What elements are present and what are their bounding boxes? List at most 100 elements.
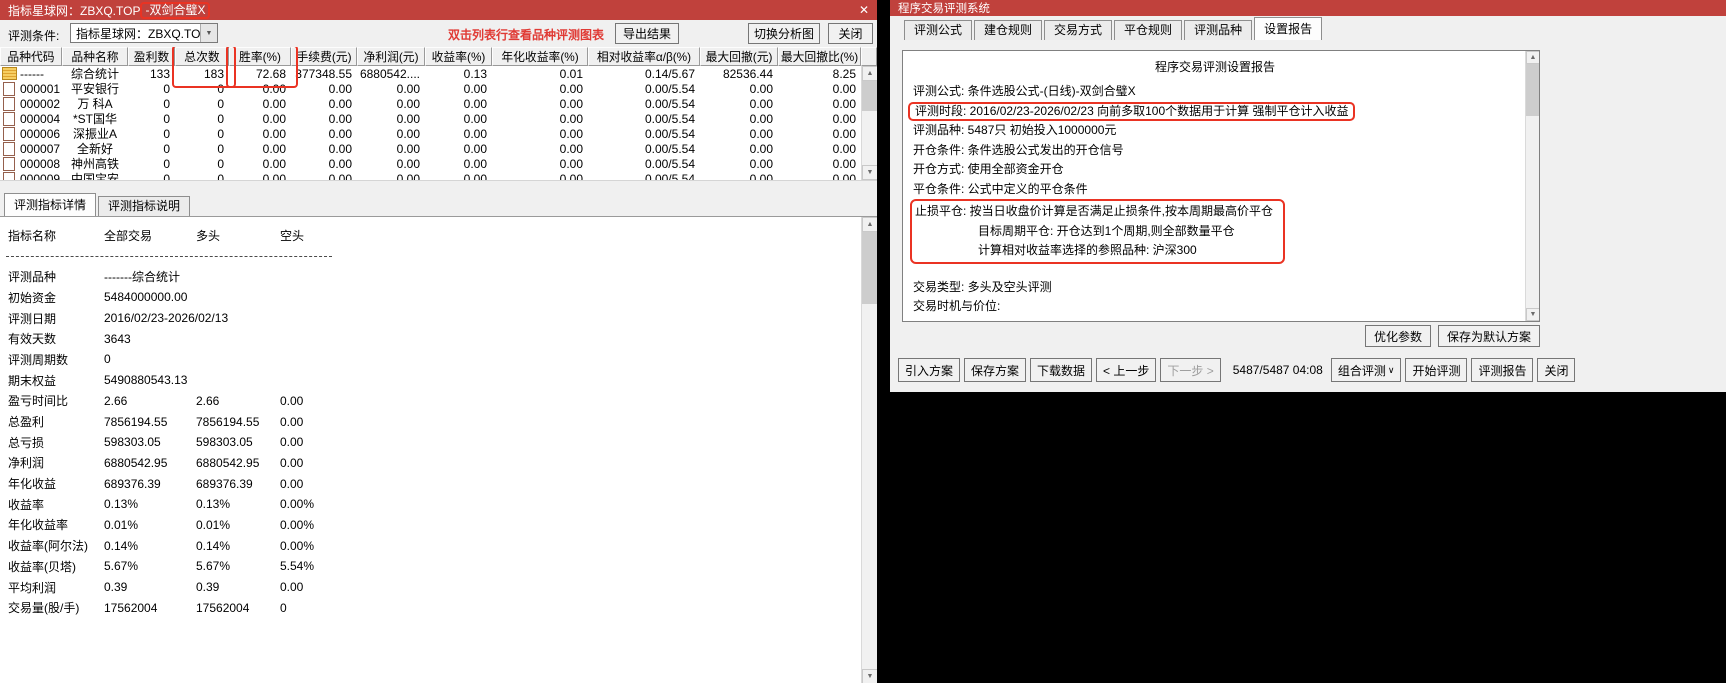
table-row[interactable]: 000007 全新好 0 0 0.00 0.00 0.00 0.00 0.00 0.00/5.54… bbox=[0, 141, 877, 156]
stats-value: 17562004 bbox=[196, 600, 250, 615]
settings-report-text: 程序交易评测设置报告 评测公式: 条件选股公式-(日线)-双剑合璧X 评测时段: … bbox=[908, 57, 1517, 317]
value-cell: 0.00/5.54 bbox=[644, 96, 695, 111]
stats-label: 期末权益 bbox=[8, 373, 57, 388]
scroll-down-icon[interactable]: ▼ bbox=[862, 669, 877, 683]
table-scrollbar[interactable]: ▲ ▼ bbox=[861, 66, 877, 180]
table-row[interactable]: 000009 中国宝安 0 0 0.00 0.00 0.00 0.00 0.00 0.00/5.5… bbox=[0, 171, 877, 180]
stats-row: 有效天数 3643 bbox=[0, 328, 877, 349]
column-header[interactable]: 手续费(元) bbox=[291, 47, 357, 66]
save-plan-button[interactable]: 保存方案 bbox=[964, 358, 1027, 382]
stats-value: 2.66 bbox=[104, 393, 128, 408]
eval-report-button[interactable]: 评测报告 bbox=[1471, 358, 1534, 382]
table-row[interactable]: 000004 *ST国华 0 0 0.00 0.00 0.00 0.00 0.00 0.00/5.… bbox=[0, 111, 877, 126]
column-header[interactable]: 胜率(%) bbox=[229, 47, 291, 66]
report-title: 程序交易评测设置报告 bbox=[1154, 60, 1275, 74]
optimize-params-button[interactable]: 优化参数 bbox=[1364, 325, 1431, 347]
tab-settings-report[interactable]: 设置报告 bbox=[1254, 17, 1323, 40]
double-click-hint: 双击列表行查看品种评测图表 bbox=[448, 28, 605, 42]
value-cell: 0.01 bbox=[559, 66, 583, 81]
column-header[interactable]: 品种代码 bbox=[0, 47, 62, 66]
left-window-titlebar[interactable]: 指标星球网：ZBXQ.TOP -双剑合璧X ✕ bbox=[0, 0, 877, 20]
table-row[interactable]: 000006 深振业A 0 0 0.00 0.00 0.00 0.00 0.00 0.00/5.5… bbox=[0, 126, 877, 141]
tab-eval-formula[interactable]: 评测公式 bbox=[904, 20, 973, 40]
tab-indicator-notes[interactable]: 评测指标说明 bbox=[98, 196, 191, 216]
table-row[interactable]: ------ 综合统计 133 183 72.68 377348.55 6880542...… bbox=[0, 66, 877, 81]
column-header[interactable]: 净利润(元) bbox=[357, 47, 425, 66]
value-cell: 0 bbox=[163, 126, 170, 141]
prev-step-button[interactable]: < 上一步 bbox=[1096, 358, 1157, 382]
column-header[interactable]: 相对收益率α/β(%) bbox=[588, 47, 700, 66]
scrollbar-thumb[interactable] bbox=[862, 81, 877, 111]
save-as-default-button[interactable]: 保存为默认方案 bbox=[1437, 325, 1540, 347]
stats-value: 0 bbox=[280, 600, 287, 615]
tab-trade-mode[interactable]: 交易方式 bbox=[1044, 20, 1113, 40]
stats-row: 平均利润 0.39 0.39 0.00 bbox=[0, 577, 877, 598]
right-window-titlebar[interactable]: 程序交易评测系统 bbox=[890, 0, 1726, 16]
close-report-button[interactable]: 关闭 bbox=[1537, 358, 1576, 382]
scroll-up-icon[interactable]: ▲ bbox=[862, 66, 877, 81]
close-button[interactable]: 关闭 bbox=[828, 23, 873, 44]
stats-value: 689376.39 bbox=[104, 476, 161, 491]
import-plan-button[interactable]: 引入方案 bbox=[898, 358, 961, 382]
value-cell: 0.00 bbox=[749, 126, 773, 141]
combo-eval-button[interactable]: 组合评测 ∨ bbox=[1330, 358, 1402, 382]
scroll-up-icon[interactable]: ▲ bbox=[862, 217, 877, 232]
value-cell: 0.00 bbox=[262, 141, 286, 156]
value-cell: 0.00 bbox=[832, 156, 856, 171]
report-line: 开仓方式: 使用全部资金开仓 bbox=[913, 162, 1064, 176]
value-cell: 0.00 bbox=[396, 156, 420, 171]
scroll-down-icon[interactable]: ▼ bbox=[1526, 308, 1539, 321]
scroll-down-icon[interactable]: ▼ bbox=[862, 165, 877, 180]
download-data-button[interactable]: 下载数据 bbox=[1030, 358, 1093, 382]
document-icon bbox=[3, 96, 15, 111]
export-results-button[interactable]: 导出结果 bbox=[615, 23, 679, 44]
stats-row: 评测日期 2016/02/23-2026/02/13 bbox=[0, 308, 877, 329]
symbol-code: 000007 bbox=[20, 141, 61, 156]
value-cell: 0.00 bbox=[396, 111, 420, 126]
combo-arrow-icon[interactable]: ▼ bbox=[200, 24, 217, 42]
switch-analysis-chart-button[interactable]: 切换分析图 bbox=[748, 23, 820, 44]
stats-row: 年化收益率 0.01% 0.01% 0.00% bbox=[0, 515, 877, 536]
table-row[interactable]: 000002 万 科A 0 0 0.00 0.00 0.00 0.00 0.00 0.00/5.5… bbox=[0, 96, 877, 111]
stats-label: 盈亏时间比 bbox=[8, 394, 69, 409]
tab-open-rules[interactable]: 建仓规则 bbox=[974, 20, 1043, 40]
value-cell: 0.00 bbox=[396, 171, 420, 181]
value-cell: 0.00 bbox=[262, 96, 286, 111]
scroll-up-icon[interactable]: ▲ bbox=[1526, 51, 1539, 64]
next-step-button[interactable]: 下一步 > bbox=[1160, 358, 1221, 382]
column-header[interactable]: 最大回撤(元) bbox=[700, 47, 778, 66]
symbol-code-cell: 000009 bbox=[0, 171, 62, 180]
start-eval-button[interactable]: 开始评测 bbox=[1405, 358, 1468, 382]
symbol-code: 000001 bbox=[20, 81, 61, 96]
indicator-tabs: 评测指标详情 评测指标说明 bbox=[0, 180, 877, 216]
value-cell: 0.00/5.54 bbox=[644, 111, 695, 126]
stats-value: 0.13% bbox=[104, 497, 139, 512]
column-header[interactable]: 收益率(%) bbox=[425, 47, 492, 66]
close-icon[interactable]: ✕ bbox=[859, 3, 869, 17]
column-header[interactable]: 品种名称 bbox=[62, 47, 128, 66]
column-header[interactable]: 总次数 bbox=[175, 47, 229, 66]
tab-close-rules[interactable]: 平仓规则 bbox=[1114, 20, 1183, 40]
value-cell: 0 bbox=[217, 126, 224, 141]
value-cell: 0 bbox=[217, 96, 224, 111]
stats-scrollbar[interactable]: ▲ ▼ bbox=[861, 217, 877, 683]
column-header[interactable]: 年化收益率(%) bbox=[492, 47, 588, 66]
scrollbar-thumb[interactable] bbox=[862, 232, 877, 304]
value-cell: 0.00 bbox=[559, 96, 583, 111]
value-cell: 0.00 bbox=[749, 111, 773, 126]
value-cell: 0 bbox=[217, 141, 224, 156]
tab-indicator-details[interactable]: 评测指标详情 bbox=[4, 193, 97, 216]
column-header[interactable]: 最大回撤比(%) bbox=[778, 47, 861, 66]
stats-value: 0.00 bbox=[280, 393, 304, 408]
column-header[interactable]: 盈利数 bbox=[128, 47, 175, 66]
table-row[interactable]: 000001 平安银行 0 0 0.00 0.00 0.00 0.00 0.00 0.00/5.5… bbox=[0, 81, 877, 96]
table-row[interactable]: 000008 神州高铁 0 0 0.00 0.00 0.00 0.00 0.00 0.00/5.5… bbox=[0, 156, 877, 171]
stats-value: 598303.05 bbox=[196, 435, 253, 450]
report-scrollbar[interactable]: ▲ ▼ bbox=[1525, 51, 1539, 321]
scrollbar-thumb[interactable] bbox=[1526, 64, 1539, 116]
evaluation-system-window: 程序交易评测系统 评测公式 建仓规则 交易方式 平仓规则 评测品种 设置报告 程序交易评测… bbox=[890, 0, 1726, 392]
value-cell: 0.00 bbox=[749, 141, 773, 156]
stats-label: 评测品种 bbox=[8, 270, 57, 285]
tab-eval-symbols[interactable]: 评测品种 bbox=[1184, 20, 1253, 40]
condition-combobox[interactable]: 指标星球网：ZBXQ.TOP ▼ bbox=[70, 23, 218, 43]
